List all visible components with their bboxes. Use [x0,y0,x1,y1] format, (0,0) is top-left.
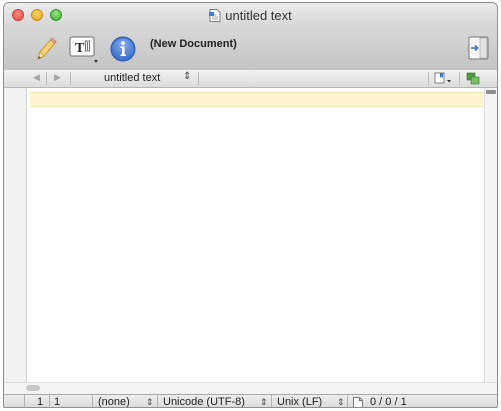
horizontal-scroll-thumb[interactable] [26,385,40,391]
svg-text:T: T [75,41,85,56]
edit-button[interactable] [30,33,60,63]
status-bar: 1 1 (none) ⇕ Unicode (UTF-8) ⇕ Unix (LF)… [4,394,497,408]
pencil-icon [37,37,57,60]
encoding-popup-arrows-icon[interactable]: ⇕ [260,397,268,407]
line-number-gutter[interactable] [4,88,27,382]
info-button[interactable] [109,33,139,63]
sidebar-toggle-button[interactable] [466,33,496,63]
line-endings-popup-arrows-icon[interactable]: ⇕ [337,397,345,407]
toolbar: T (New Document) [4,27,497,71]
vertical-scroll-thumb[interactable] [486,90,496,94]
document-proxy-icon[interactable] [209,9,221,22]
info-icon [110,36,136,62]
back-arrow-icon[interactable]: ◀ [33,72,40,83]
split-view-icon[interactable] [466,72,480,85]
document-popup-arrows-icon[interactable]: ⇕ [183,71,191,82]
navigation-bar: ◀ ▶ untitled text ⇕ [4,70,497,88]
current-line-highlight [30,92,483,107]
markers-menu-icon[interactable] [434,72,454,85]
forward-arrow-icon[interactable]: ▶ [54,72,61,83]
column-number[interactable]: 1 [54,396,60,407]
editor-window: untitled text T (New Document) ◀ ▶ untit… [3,2,498,408]
text-options-button[interactable]: T [68,33,98,63]
text-options-icon: T [69,36,98,63]
language-popup-arrows-icon[interactable]: ⇕ [146,397,154,407]
encoding-popup[interactable]: Unicode (UTF-8) [163,396,245,407]
document-counts: 0 / 0 / 1 [370,396,407,408]
window-title: untitled text [4,8,497,23]
sidebar-toggle-icon [468,36,489,60]
window-title-text: untitled text [225,8,292,23]
horizontal-scrollbar[interactable] [4,382,497,394]
line-number[interactable]: 1 [37,396,43,407]
document-popup[interactable]: untitled text [104,72,160,84]
title-bar[interactable]: untitled text [4,3,497,27]
document-status: (New Document) [150,38,237,50]
text-editor-area[interactable] [27,88,483,382]
document-stats-icon [353,397,363,407]
vertical-scrollbar[interactable] [484,88,497,382]
language-popup[interactable]: (none) [98,396,130,407]
line-endings-popup[interactable]: Unix (LF) [277,396,322,407]
